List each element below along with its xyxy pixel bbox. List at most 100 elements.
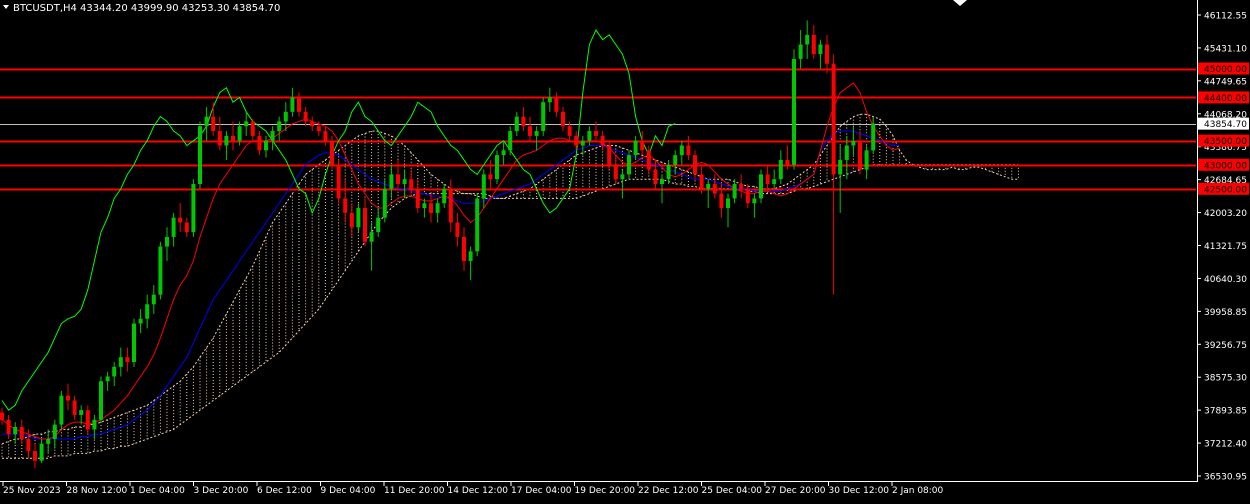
candle[interactable]	[600, 131, 605, 151]
candle[interactable]	[330, 135, 334, 170]
candle-body[interactable]	[343, 198, 348, 213]
candle-body[interactable]	[396, 174, 400, 184]
candle[interactable]	[778, 150, 783, 184]
candle-body[interactable]	[66, 395, 70, 401]
candle[interactable]	[33, 443, 37, 468]
candle-body[interactable]	[798, 44, 803, 59]
candle[interactable]	[613, 155, 618, 184]
candle-body[interactable]	[706, 183, 711, 189]
candle-body[interactable]	[580, 140, 585, 146]
candle[interactable]	[752, 193, 757, 218]
candle[interactable]	[99, 376, 103, 423]
candle-body[interactable]	[574, 135, 579, 146]
candle-body[interactable]	[217, 131, 222, 146]
candle[interactable]	[528, 116, 532, 141]
candle-body[interactable]	[270, 131, 275, 141]
candle[interactable]	[13, 422, 18, 444]
candle[interactable]	[462, 227, 466, 271]
candle-body[interactable]	[481, 174, 486, 199]
candle[interactable]	[39, 438, 44, 464]
candle[interactable]	[587, 126, 592, 146]
candle[interactable]	[858, 131, 862, 175]
candle[interactable]	[145, 294, 150, 329]
candle[interactable]	[310, 116, 315, 132]
candle-body[interactable]	[514, 116, 519, 132]
candle-body[interactable]	[818, 44, 823, 55]
candle[interactable]	[264, 135, 268, 158]
candle-body[interactable]	[99, 381, 103, 420]
candle[interactable]	[46, 429, 51, 454]
candle-body[interactable]	[673, 155, 678, 165]
candle-body[interactable]	[495, 155, 499, 180]
candle-body[interactable]	[409, 179, 414, 189]
candle-body[interactable]	[303, 111, 308, 122]
candle[interactable]	[184, 217, 189, 237]
candle-body[interactable]	[765, 174, 770, 184]
candle-body[interactable]	[792, 58, 796, 165]
candle[interactable]	[488, 159, 493, 189]
candle-body[interactable]	[778, 159, 783, 180]
candle-body[interactable]	[26, 438, 31, 452]
candle-body[interactable]	[52, 424, 57, 439]
candle-body[interactable]	[462, 236, 466, 261]
candle-body[interactable]	[330, 140, 334, 165]
candle-body[interactable]	[772, 179, 777, 184]
candle-body[interactable]	[686, 145, 691, 156]
candle[interactable]	[765, 164, 770, 189]
candle[interactable]	[303, 107, 308, 127]
candle-body[interactable]	[541, 102, 546, 132]
candle-body[interactable]	[699, 174, 704, 189]
candle[interactable]	[151, 285, 156, 314]
candle-body[interactable]	[627, 155, 631, 175]
candle-body[interactable]	[46, 438, 51, 444]
candle-body[interactable]	[145, 304, 150, 319]
candle-body[interactable]	[72, 400, 77, 415]
candle-body[interactable]	[732, 183, 737, 199]
candle[interactable]	[864, 145, 869, 180]
candle[interactable]	[19, 419, 24, 444]
candle-body[interactable]	[336, 164, 341, 199]
candle-body[interactable]	[607, 145, 612, 165]
candle-body[interactable]	[528, 126, 532, 136]
candle[interactable]	[521, 107, 526, 132]
candle[interactable]	[772, 169, 777, 189]
candle[interactable]	[231, 121, 235, 151]
candle-body[interactable]	[389, 174, 394, 189]
candle-body[interactable]	[0, 412, 4, 420]
candle-body[interactable]	[501, 150, 506, 156]
candle[interactable]	[250, 119, 255, 141]
candle-body[interactable]	[825, 44, 829, 64]
candle-body[interactable]	[811, 34, 816, 55]
candle-body[interactable]	[79, 410, 84, 415]
candle[interactable]	[666, 159, 671, 184]
candle-body[interactable]	[231, 135, 235, 141]
candle[interactable]	[712, 174, 717, 199]
candle[interactable]	[191, 179, 196, 237]
candle-body[interactable]	[415, 188, 420, 209]
candle[interactable]	[244, 111, 249, 136]
candle-body[interactable]	[363, 208, 367, 242]
candle-body[interactable]	[435, 203, 440, 213]
candle-body[interactable]	[310, 121, 315, 127]
candle[interactable]	[442, 183, 447, 209]
candle-body[interactable]	[283, 111, 288, 122]
candle-body[interactable]	[204, 116, 209, 127]
candle[interactable]	[415, 179, 420, 213]
candle-body[interactable]	[125, 357, 130, 363]
candle-body[interactable]	[534, 131, 539, 136]
dropdown-triangle-icon[interactable]	[3, 5, 9, 9]
candle[interactable]	[382, 179, 387, 223]
candle-body[interactable]	[290, 97, 295, 112]
candles[interactable]	[0, 20, 876, 468]
candle[interactable]	[838, 145, 843, 213]
candle[interactable]	[283, 102, 288, 132]
candle-body[interactable]	[178, 217, 183, 223]
candle[interactable]	[554, 92, 559, 117]
candle-body[interactable]	[871, 123, 876, 151]
candle-body[interactable]	[257, 135, 262, 151]
candle-body[interactable]	[587, 131, 592, 141]
candle[interactable]	[547, 87, 552, 112]
candle-body[interactable]	[211, 116, 216, 132]
candle-body[interactable]	[237, 126, 242, 141]
candle[interactable]	[165, 227, 169, 261]
